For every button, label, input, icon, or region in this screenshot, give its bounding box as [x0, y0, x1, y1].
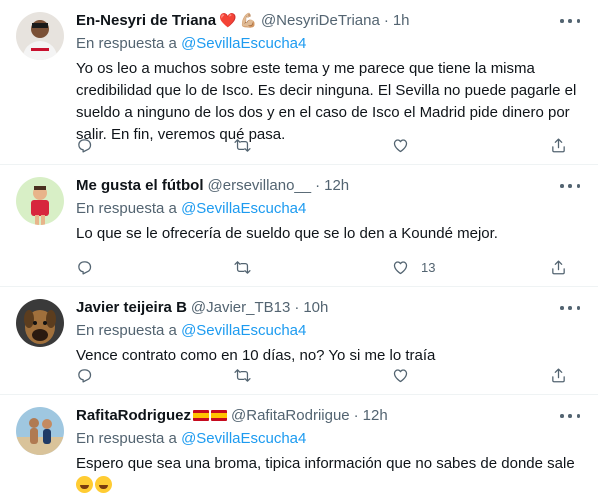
- avatar[interactable]: [16, 12, 64, 60]
- reply-icon: [78, 138, 92, 153]
- share-button[interactable]: [550, 137, 568, 154]
- laughing-emoji-icon: [76, 476, 93, 493]
- tweet-text: Espero que sea una broma, tipica informa…: [76, 453, 582, 497]
- more-icon[interactable]: [560, 14, 580, 28]
- tweet-actions: [76, 134, 568, 156]
- retweet-icon: [234, 368, 251, 382]
- display-name[interactable]: Javier teijeira B: [76, 299, 187, 316]
- retweet-icon: [234, 260, 251, 274]
- separator-dot: ·: [383, 11, 389, 29]
- user-handle[interactable]: @NesyriDeTriana: [261, 12, 380, 29]
- reply-context: En respuesta a @SevillaEscucha4: [76, 34, 582, 54]
- reply-context: En respuesta a @SevillaEscucha4: [76, 429, 582, 449]
- avatar[interactable]: [16, 177, 64, 225]
- tweet-text: Lo que se le ofrecería de sueldo que se …: [76, 225, 498, 242]
- reply-mention-link[interactable]: @SevillaEscucha4: [181, 322, 306, 339]
- display-name[interactable]: RafitaRodriguez: [76, 407, 191, 424]
- like-button[interactable]: [392, 367, 502, 384]
- tweet-actions: [76, 364, 568, 386]
- tweet-header: Me gusta el fútbol @ersevillano__ · 12h: [76, 175, 582, 195]
- spain-flag-icon: [193, 409, 210, 421]
- reply-button[interactable]: [76, 259, 186, 276]
- reply-mention-link[interactable]: @SevillaEscucha4: [181, 200, 306, 217]
- timestamp[interactable]: 12h: [324, 177, 349, 194]
- more-icon[interactable]: [560, 409, 580, 423]
- share-icon: [552, 259, 565, 274]
- display-name[interactable]: En-Nesyri de Triana: [76, 12, 216, 29]
- share-button[interactable]: [550, 367, 568, 384]
- separator-dot: ·: [353, 406, 359, 424]
- reply-prefix: En respuesta a: [76, 200, 177, 217]
- spain-flag-icon: [211, 409, 228, 421]
- reply-mention-link[interactable]: @SevillaEscucha4: [181, 35, 306, 52]
- tweet-text: Yo os leo a muchos sobre este tema y me …: [76, 60, 577, 143]
- tweet-header: En-Nesyri de Triana ❤️ 💪🏼 @NesyriDeTrian…: [76, 10, 582, 30]
- reply-prefix: En respuesta a: [76, 35, 177, 52]
- share-button[interactable]: [550, 259, 568, 276]
- retweet-icon: [234, 138, 251, 152]
- reply-prefix: En respuesta a: [76, 430, 177, 447]
- retweet-button[interactable]: [234, 137, 344, 154]
- tweet-header: RafitaRodriguez @RafitaRodriigue · 12h: [76, 405, 582, 425]
- tweet[interactable]: En-Nesyri de Triana ❤️ 💪🏼 @NesyriDeTrian…: [0, 0, 598, 165]
- separator-dot: ·: [294, 298, 300, 316]
- timestamp[interactable]: 1h: [393, 12, 410, 29]
- reply-context: En respuesta a @SevillaEscucha4: [76, 199, 582, 219]
- reply-context: En respuesta a @SevillaEscucha4: [76, 321, 582, 341]
- heart-icon: [393, 368, 408, 382]
- separator-dot: ·: [315, 176, 321, 194]
- timestamp[interactable]: 12h: [363, 407, 388, 424]
- avatar[interactable]: [16, 407, 64, 455]
- like-count: 13: [421, 259, 436, 275]
- muscle-emoji: 💪🏼: [239, 12, 257, 28]
- reply-mention-link[interactable]: @SevillaEscucha4: [181, 430, 306, 447]
- retweet-button[interactable]: [234, 367, 344, 384]
- reply-icon: [78, 260, 92, 275]
- tweet-header: Javier teijeira B @Javier_TB13 · 10h: [76, 297, 582, 317]
- tweet[interactable]: Me gusta el fútbol @ersevillano__ · 12h …: [0, 165, 598, 287]
- tweet-actions: 13: [76, 256, 568, 278]
- laughing-emoji-icon: [95, 476, 112, 493]
- display-name[interactable]: Me gusta el fútbol: [76, 177, 204, 194]
- more-icon[interactable]: [560, 179, 580, 193]
- heart-emoji: ❤️: [219, 12, 237, 28]
- like-button[interactable]: 13: [392, 259, 502, 276]
- reply-button[interactable]: [76, 137, 186, 154]
- reply-icon: [78, 368, 92, 383]
- retweet-button[interactable]: [234, 259, 344, 276]
- user-handle[interactable]: @RafitaRodriigue: [231, 407, 350, 424]
- like-button[interactable]: [392, 137, 502, 154]
- user-handle[interactable]: @Javier_TB13: [191, 299, 290, 316]
- tweet[interactable]: Javier teijeira B @Javier_TB13 · 10h En …: [0, 287, 598, 395]
- avatar[interactable]: [16, 299, 64, 347]
- timeline: En-Nesyri de Triana ❤️ 💪🏼 @NesyriDeTrian…: [0, 0, 598, 499]
- more-icon[interactable]: [560, 301, 580, 315]
- tweet[interactable]: RafitaRodriguez @RafitaRodriigue · 12h E…: [0, 395, 598, 499]
- heart-icon: [393, 260, 408, 274]
- tweet-text-content: Espero que sea una broma, tipica informa…: [76, 455, 575, 472]
- timestamp[interactable]: 10h: [303, 299, 328, 316]
- share-icon: [552, 137, 565, 152]
- user-handle[interactable]: @ersevillano__: [208, 177, 312, 194]
- share-icon: [552, 367, 565, 382]
- reply-button[interactable]: [76, 367, 186, 384]
- heart-icon: [393, 138, 408, 152]
- reply-prefix: En respuesta a: [76, 322, 177, 339]
